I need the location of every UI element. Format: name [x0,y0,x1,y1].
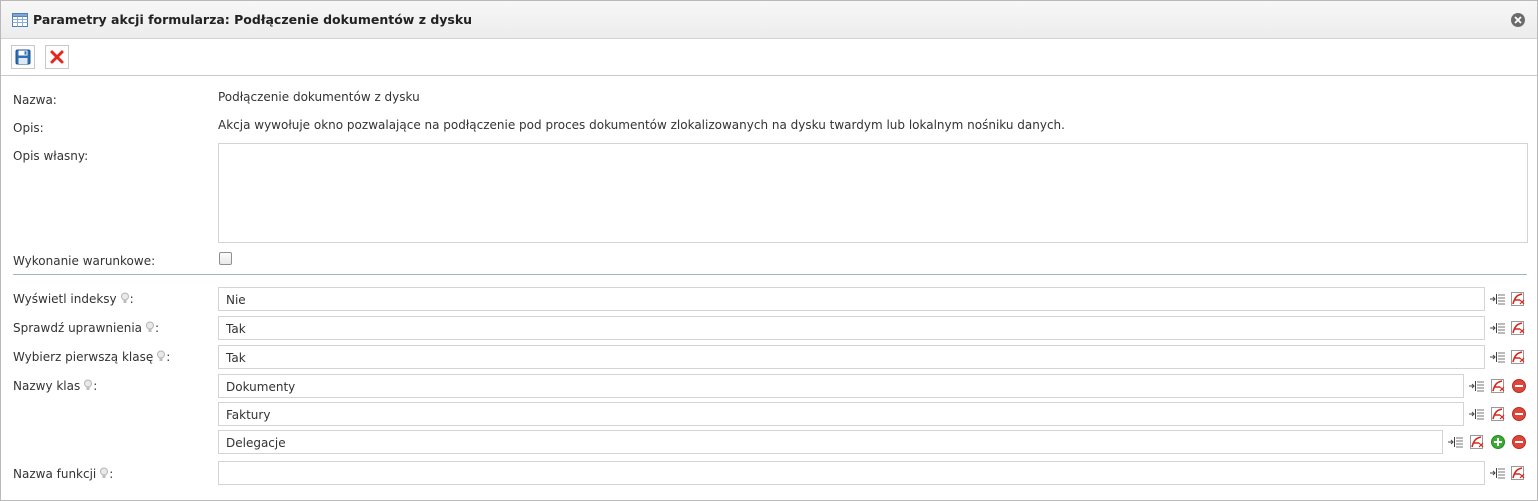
floppy-disk-icon [15,49,31,65]
own-description-input[interactable] [218,143,1528,243]
title-bar: Parametry akcji formularza: Podłączenie … [1,1,1537,39]
function-editor-icon[interactable] [1510,465,1526,481]
description-value: Akcja wywołuje okno pozwalające na podłą… [218,118,1065,132]
choose-first-class-colon: : [166,350,171,364]
add-icon[interactable] [1490,434,1506,450]
insert-variable-icon[interactable] [1490,349,1506,365]
choose-first-class-label: Wybierz pierwszą klasę: [13,350,170,364]
show-indexes-colon: : [129,292,134,306]
conditional-execution-checkbox[interactable] [219,252,232,265]
name-label: Nazwa: [13,93,57,107]
close-icon[interactable] [1510,12,1526,28]
remove-icon[interactable] [1511,378,1527,394]
insert-variable-icon[interactable] [1490,291,1506,307]
conditional-execution-label: Wykonanie warunkowe: [13,254,156,268]
table-icon [12,13,28,27]
check-permissions-label-text: Sprawdź uprawnienia [13,321,143,335]
function-editor-icon[interactable] [1490,406,1506,422]
check-permissions-field[interactable]: Tak [218,316,1485,340]
insert-variable-icon[interactable] [1448,434,1464,450]
description-label: Opis: [13,121,44,135]
function-editor-icon[interactable] [1510,349,1526,365]
lightbulb-hint-icon[interactable] [83,379,93,391]
insert-variable-icon[interactable] [1469,378,1485,394]
dialog-window: Parametry akcji formularza: Podłączenie … [0,0,1538,501]
lightbulb-hint-icon[interactable] [99,467,109,479]
function-editor-icon[interactable] [1469,434,1485,450]
lightbulb-hint-icon[interactable] [156,350,166,362]
dialog-title: Parametry akcji formularza: Podłączenie … [33,12,473,27]
function-name-colon: : [109,467,114,481]
choose-first-class-label-text: Wybierz pierwszą klasę [13,350,154,364]
remove-icon[interactable] [1511,434,1527,450]
class-name-field-1[interactable]: Dokumenty [218,374,1464,398]
save-button[interactable] [11,45,35,69]
class-name-field-2[interactable]: Faktury [218,402,1464,426]
insert-variable-icon[interactable] [1469,406,1485,422]
show-indexes-label-text: Wyświetl indeksy [13,292,117,306]
lightbulb-hint-icon[interactable] [120,292,130,304]
cancel-button[interactable] [45,45,69,69]
name-value: Podłączenie dokumentów z dysku [218,90,420,104]
lightbulb-hint-icon[interactable] [145,321,155,333]
class-names-label-text: Nazwy klas [13,379,81,393]
toolbar [1,40,1537,76]
choose-first-class-field[interactable]: Tak [218,345,1485,369]
function-editor-icon[interactable] [1490,378,1506,394]
class-names-colon: : [93,379,98,393]
check-permissions-colon: : [155,321,160,335]
show-indexes-label: Wyświetl indeksy: [13,292,134,306]
class-names-label: Nazwy klas: [13,379,97,393]
red-x-icon [50,50,64,64]
function-editor-icon[interactable] [1510,291,1526,307]
function-name-field[interactable] [218,461,1485,485]
insert-variable-icon[interactable] [1490,465,1506,481]
own-description-label: Opis własny: [13,149,89,163]
class-name-field-3[interactable]: Delegacje [218,430,1443,454]
function-name-label-text: Nazwa funkcji [13,467,97,481]
insert-variable-icon[interactable] [1490,320,1506,336]
show-indexes-field[interactable]: Nie [218,287,1485,311]
section-divider [13,274,1527,275]
check-permissions-label: Sprawdź uprawnienia: [13,321,159,335]
function-name-label: Nazwa funkcji: [13,467,113,481]
remove-icon[interactable] [1511,406,1527,422]
function-editor-icon[interactable] [1510,320,1526,336]
